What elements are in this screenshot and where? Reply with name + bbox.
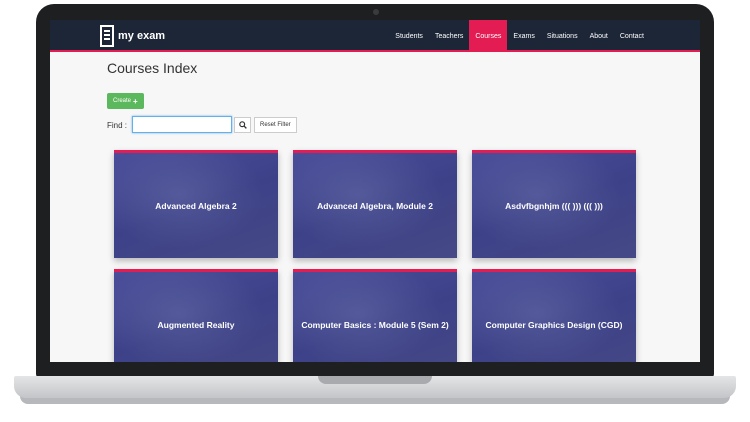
- nav-item-about[interactable]: About: [584, 20, 614, 52]
- create-button[interactable]: Create +: [107, 93, 144, 109]
- course-title: Advanced Algebra, Module 2: [317, 200, 433, 211]
- course-card[interactable]: Asdvfbgnhjm ((( ))) ((( ))): [472, 150, 636, 258]
- exam-book-icon: [100, 25, 114, 47]
- course-title: Advanced Algebra 2: [155, 200, 237, 211]
- nav-menu: Students Teachers Courses Exams Situatio…: [389, 20, 650, 52]
- camera-icon: [373, 9, 379, 15]
- course-card[interactable]: Computer Graphics Design (CGD): [472, 269, 636, 362]
- brand-logo[interactable]: my exam: [100, 23, 165, 49]
- nav-item-exams[interactable]: Exams: [507, 20, 540, 52]
- nav-item-students[interactable]: Students: [389, 20, 429, 52]
- course-card[interactable]: Computer Basics : Module 5 (Sem 2): [293, 269, 457, 362]
- nav-item-situations[interactable]: Situations: [541, 20, 584, 52]
- nav-item-contact[interactable]: Contact: [614, 20, 650, 52]
- nav-item-courses[interactable]: Courses: [469, 20, 508, 52]
- search-input[interactable]: [132, 116, 232, 133]
- reset-filter-button[interactable]: Reset Filter: [254, 117, 297, 133]
- course-title: Asdvfbgnhjm ((( ))) ((( ))): [505, 200, 603, 211]
- page-title: Courses Index: [107, 60, 198, 76]
- course-title: Augmented Reality: [157, 319, 235, 330]
- create-button-label: Create: [113, 98, 132, 104]
- course-title: Computer Graphics Design (CGD): [485, 319, 623, 330]
- course-title: Computer Basics : Module 5 (Sem 2): [301, 319, 449, 330]
- search-icon: [238, 121, 247, 129]
- course-card[interactable]: Advanced Algebra 2: [114, 150, 278, 258]
- laptop-notch: [318, 376, 432, 384]
- find-label: Find :: [107, 121, 128, 130]
- plus-icon: +: [133, 96, 138, 106]
- course-card[interactable]: Augmented Reality: [114, 269, 278, 362]
- screen: my exam Students Teachers Courses Exams …: [50, 20, 700, 362]
- brand-name: my exam: [118, 30, 166, 42]
- course-card[interactable]: Advanced Algebra, Module 2: [293, 150, 457, 258]
- search-button[interactable]: [234, 117, 251, 133]
- navbar: my exam Students Teachers Courses Exams …: [50, 20, 700, 52]
- nav-item-teachers[interactable]: Teachers: [429, 20, 469, 52]
